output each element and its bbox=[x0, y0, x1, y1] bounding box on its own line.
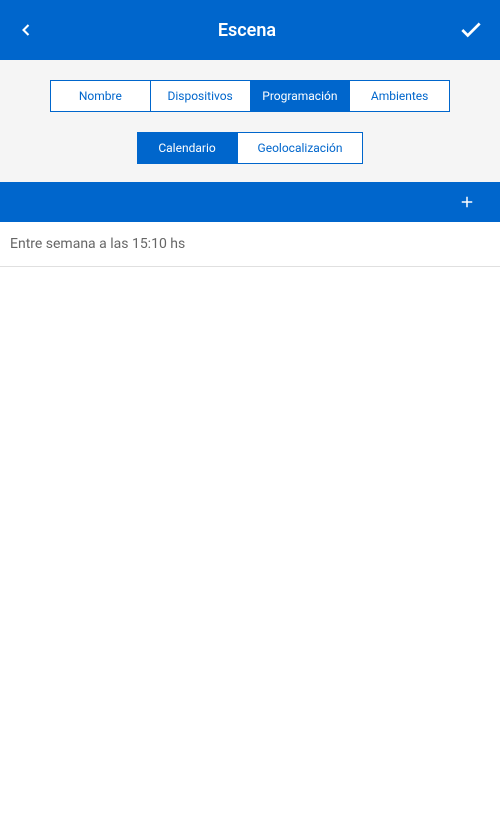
back-button[interactable] bbox=[16, 20, 36, 40]
check-icon bbox=[458, 17, 484, 43]
schedule-item[interactable]: Entre semana a las 15:10 hs bbox=[0, 222, 500, 267]
tab-dispositivos[interactable]: Dispositivos bbox=[151, 81, 251, 111]
schedule-list: Entre semana a las 15:10 hs bbox=[0, 222, 500, 822]
confirm-button[interactable] bbox=[458, 17, 484, 43]
tab-programacion[interactable]: Programación bbox=[251, 81, 351, 111]
add-schedule-button[interactable] bbox=[458, 193, 476, 211]
chevron-left-icon bbox=[16, 20, 36, 40]
subtab-calendario[interactable]: Calendario bbox=[138, 133, 238, 163]
tab-ambientes[interactable]: Ambientes bbox=[350, 81, 449, 111]
plus-icon bbox=[458, 193, 476, 211]
action-bar bbox=[0, 182, 500, 222]
tabs-container: Nombre Dispositivos Programación Ambient… bbox=[0, 60, 500, 122]
sub-tabs: Calendario Geolocalización bbox=[137, 132, 364, 164]
main-tabs: Nombre Dispositivos Programación Ambient… bbox=[50, 80, 450, 112]
subtab-geolocalizacion[interactable]: Geolocalización bbox=[238, 133, 363, 163]
page-title: Escena bbox=[218, 20, 276, 41]
tab-nombre[interactable]: Nombre bbox=[51, 81, 151, 111]
app-header: Escena bbox=[0, 0, 500, 60]
subtabs-container: Calendario Geolocalización bbox=[0, 122, 500, 182]
